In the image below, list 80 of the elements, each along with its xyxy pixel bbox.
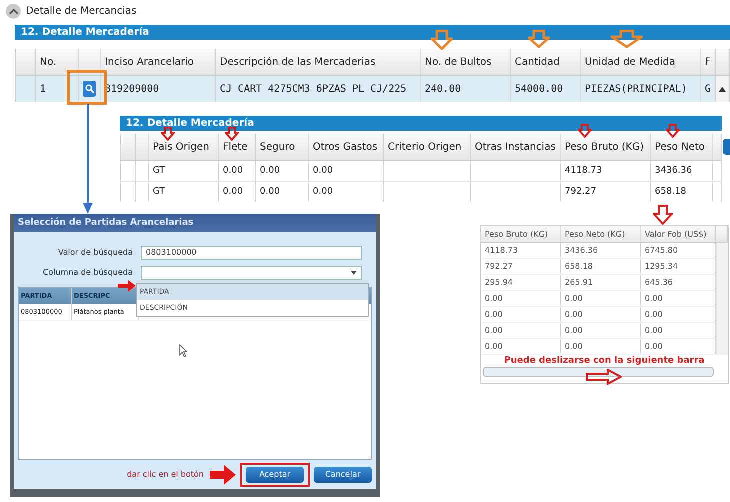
collapse-icon[interactable] (6, 4, 21, 19)
table-cell: 4118.73 (481, 243, 561, 258)
table-cell: 0.00 (219, 182, 256, 202)
column-header: Peso Neto (651, 134, 713, 160)
vertical-scrollbar[interactable] (716, 243, 728, 355)
panel-title: 12. Detalle Mercadería (126, 118, 254, 129)
highlight-frame (67, 70, 107, 105)
column-header: Unidad de Medida (581, 49, 701, 75)
table-cell: 0.00 (481, 323, 561, 338)
annotation-text: Puede deslizarse con la siguiente barra (504, 355, 705, 367)
column-header: Peso Neto (KG) (561, 226, 641, 242)
column-header: Peso Bruto (KG) (561, 134, 651, 160)
down-arrow-icon (528, 30, 550, 48)
table-cell: 0.00 (256, 161, 309, 181)
column-header: Criterio Origen (384, 134, 471, 160)
annotation-text: dar clic en el botón (127, 470, 204, 480)
caret-icon (351, 270, 357, 275)
table-cell: 0.00 (481, 307, 561, 322)
table-cell: 3436.36 (651, 161, 713, 181)
table-cell: GT (149, 161, 219, 181)
down-arrow-icon (653, 205, 673, 225)
table-cell: 4118.73 (561, 161, 651, 181)
table-cell: 295.94 (481, 275, 561, 290)
column-header: Descripción de las Mercaderias (216, 49, 421, 75)
column-header: Otros Gastos (309, 134, 384, 160)
right-arrow-icon (586, 369, 622, 385)
column-header: No. de Bultos (421, 49, 511, 75)
table-cell: 0.00 (256, 182, 309, 202)
table-cell: 240.00 (421, 76, 511, 102)
table-cell: 0.00 (309, 182, 384, 202)
panel-title: 12. Detalle Mercadería (21, 27, 150, 38)
down-arrow-icon (611, 30, 643, 48)
cancel-button[interactable]: Cancelar (314, 466, 372, 483)
table-cell: CJ CART 4275CM3 6PZAS PL CJ/225 (216, 76, 421, 102)
column-header: Peso Bruto (KG) (481, 226, 561, 242)
down-arrow-icon (431, 30, 453, 50)
column-header: F (701, 49, 716, 75)
table-cell: 0.00 (561, 291, 641, 306)
arrow-icon (118, 280, 136, 292)
table-cell: 0.00 (219, 161, 256, 181)
table-cell: 1 (36, 76, 79, 102)
cursor-icon (179, 344, 188, 358)
down-arrow-icon (225, 127, 239, 141)
accept-button[interactable]: Aceptar (246, 466, 304, 483)
column-header: No. (36, 49, 79, 75)
column-header: Flete (219, 134, 256, 160)
table-cell: 0.00 (309, 161, 384, 181)
down-arrow-icon (161, 127, 175, 141)
table-cell: 265.91 (561, 275, 641, 290)
table-cell: 792.27 (481, 259, 561, 274)
table-cell: 0.00 (561, 307, 641, 322)
column-header: Pais Origen (149, 134, 219, 160)
column-header: Inciso Arancelario (101, 49, 216, 75)
arrow-icon (210, 464, 236, 485)
horizontal-scrollbar[interactable] (483, 367, 714, 377)
table-cell: 658.18 (651, 182, 713, 202)
table-cell: 54000.00 (511, 76, 581, 102)
table-cell: 0.00 (481, 339, 561, 354)
section-title: Detalle de Mercancias (26, 6, 137, 17)
scroll-up-icon[interactable] (719, 86, 726, 92)
dialog-title: Selección de Partidas Arancelarias (18, 218, 194, 228)
table-cell: 0.00 (561, 339, 641, 354)
down-arrow-icon (666, 124, 680, 138)
search-button[interactable] (83, 81, 96, 97)
search-field[interactable]: 0803100000 (141, 246, 362, 260)
field-label: Columna de búsqueda (42, 268, 134, 278)
table-cell: PIEZAS(PRINCIPAL) (581, 76, 701, 102)
column-header: Cantidad (511, 49, 581, 75)
column-header: Seguro (256, 134, 309, 160)
down-arrow-icon (578, 124, 592, 138)
table-cell: 0.00 (481, 291, 561, 306)
table-cell: GT (149, 182, 219, 202)
column-header: Valor Fob (US$) (641, 226, 716, 242)
column-header: Otras Instancias (471, 134, 561, 160)
table-cell: 819209000 (101, 76, 216, 102)
table-cell: 3436.36 (561, 243, 641, 258)
table-cell: 792.27 (561, 182, 651, 202)
table-cell: 658.18 (561, 259, 641, 274)
table-cell: 0.00 (561, 323, 641, 338)
field-label: Valor de búsqueda (57, 248, 134, 258)
